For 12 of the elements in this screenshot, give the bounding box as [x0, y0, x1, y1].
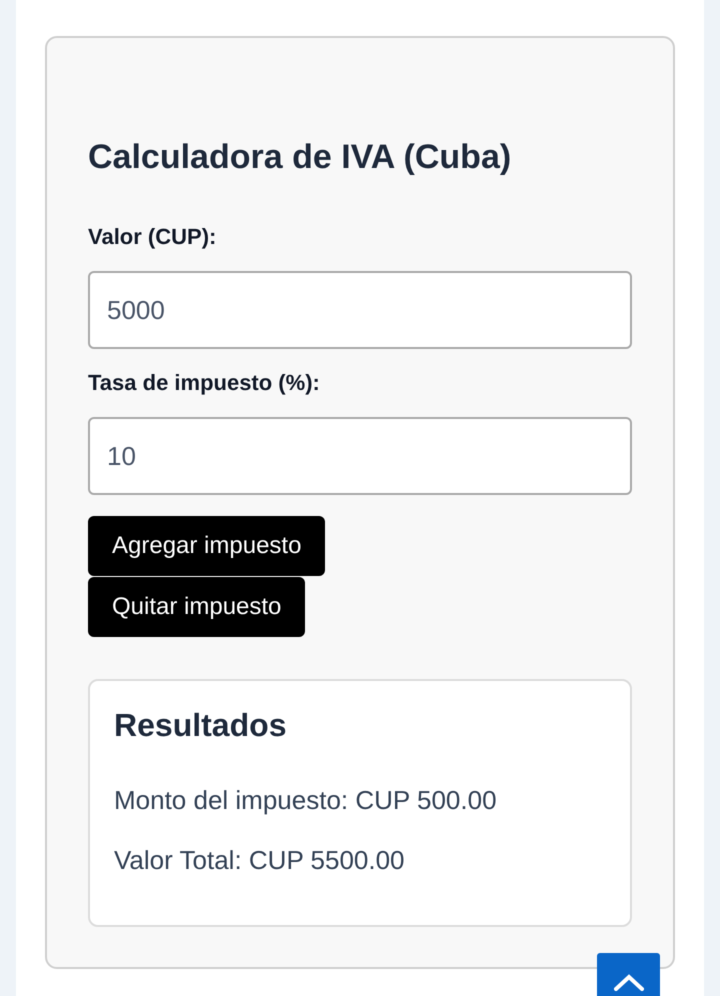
chevron-up-icon	[614, 974, 644, 991]
results-title: Resultados	[114, 706, 288, 744]
field-label: Tasa de impuesto (%):	[88, 370, 320, 396]
input-field[interactable]: 5000	[88, 271, 632, 349]
calculator-title: Calculadora de IVA (Cuba)	[88, 137, 512, 178]
scroll-to-top-button[interactable]	[597, 953, 660, 996]
action-button[interactable]: Agregar impuesto	[88, 516, 326, 576]
result-line: Monto del impuesto: CUP 500.00	[114, 784, 498, 816]
action-button[interactable]: Quitar impuesto	[88, 577, 306, 637]
field-label: Valor (CUP):	[88, 224, 216, 250]
input-field[interactable]: 10	[88, 417, 632, 495]
result-line: Valor Total: CUP 5500.00	[114, 844, 406, 876]
